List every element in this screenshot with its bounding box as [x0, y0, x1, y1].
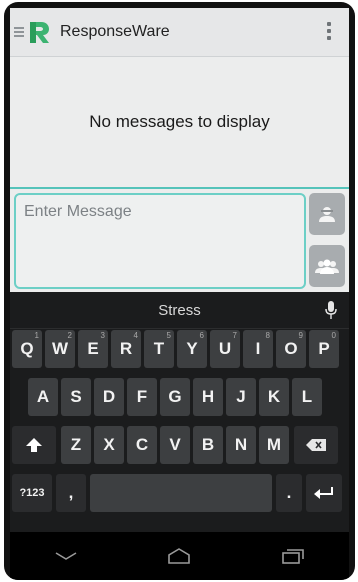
- key-c[interactable]: C: [127, 426, 157, 464]
- key-k[interactable]: K: [259, 378, 289, 416]
- key-q[interactable]: Q1: [12, 330, 42, 368]
- responseware-logo-icon: [30, 22, 49, 43]
- empty-messages-text: No messages to display: [89, 112, 270, 131]
- compose-area: [10, 189, 349, 292]
- key-t[interactable]: T5: [144, 330, 174, 368]
- key-y[interactable]: Y6: [177, 330, 207, 368]
- recents-nav-icon[interactable]: [282, 548, 304, 564]
- key-o[interactable]: O9: [276, 330, 306, 368]
- key-m[interactable]: M: [259, 426, 289, 464]
- backspace-key[interactable]: [294, 426, 338, 464]
- system-nav-bar: [10, 532, 349, 580]
- key-p[interactable]: P0: [309, 330, 339, 368]
- screen: ResponseWare No messages to display Ente…: [10, 8, 349, 580]
- key-n[interactable]: N: [226, 426, 256, 464]
- group-icon: [315, 259, 339, 274]
- suggestion-word[interactable]: Stress: [158, 302, 201, 319]
- key-row-1: Q1 W2 E3 R4 T5 Y6 U7 I8 O9 P0: [10, 330, 349, 372]
- enter-icon: [314, 487, 333, 499]
- key-l[interactable]: L: [292, 378, 322, 416]
- key-b[interactable]: B: [193, 426, 223, 464]
- microphone-icon[interactable]: [325, 301, 337, 319]
- key-row-4: ?123 , .: [10, 474, 349, 516]
- message-input[interactable]: [14, 193, 306, 289]
- key-d[interactable]: D: [94, 378, 124, 416]
- key-x[interactable]: X: [94, 426, 124, 464]
- key-h[interactable]: H: [193, 378, 223, 416]
- key-e[interactable]: E3: [78, 330, 108, 368]
- send-to-group-button[interactable]: [309, 245, 345, 287]
- key-a[interactable]: A: [28, 378, 58, 416]
- message-list: No messages to display: [10, 57, 349, 189]
- key-j[interactable]: J: [226, 378, 256, 416]
- key-g[interactable]: G: [160, 378, 190, 416]
- key-i[interactable]: I8: [243, 330, 273, 368]
- key-w[interactable]: W2: [45, 330, 75, 368]
- symbols-key[interactable]: ?123: [12, 474, 52, 512]
- key-row-3: Z X C V B N M: [10, 426, 349, 468]
- key-r[interactable]: R4: [111, 330, 141, 368]
- overflow-menu-icon[interactable]: [327, 22, 331, 40]
- app-title: ResponseWare: [60, 23, 170, 40]
- enter-key[interactable]: [306, 474, 342, 512]
- key-row-2: A S D F G H J K L: [10, 378, 349, 420]
- comma-key[interactable]: ,: [56, 474, 86, 512]
- shift-key[interactable]: [12, 426, 56, 464]
- key-z[interactable]: Z: [61, 426, 91, 464]
- backspace-icon: [306, 439, 326, 451]
- home-nav-icon[interactable]: [167, 548, 191, 564]
- back-nav-icon[interactable]: [55, 551, 77, 561]
- spacebar-key[interactable]: [90, 474, 272, 512]
- single-person-icon: [319, 207, 335, 222]
- key-u[interactable]: U7: [210, 330, 240, 368]
- period-key[interactable]: .: [276, 474, 302, 512]
- key-s[interactable]: S: [61, 378, 91, 416]
- action-bar: ResponseWare: [10, 8, 349, 57]
- drawer-indicator-icon[interactable]: [14, 27, 24, 37]
- key-v[interactable]: V: [160, 426, 190, 464]
- send-to-presenter-button[interactable]: [309, 193, 345, 235]
- suggestion-strip: Stress: [10, 292, 349, 329]
- soft-keyboard: Stress Q1 W2 E3 R4 T5 Y6 U7 I8 O9 P0 A S…: [10, 292, 349, 580]
- shift-icon: [26, 438, 42, 452]
- phone-frame: ResponseWare No messages to display Ente…: [4, 2, 355, 580]
- key-f[interactable]: F: [127, 378, 157, 416]
